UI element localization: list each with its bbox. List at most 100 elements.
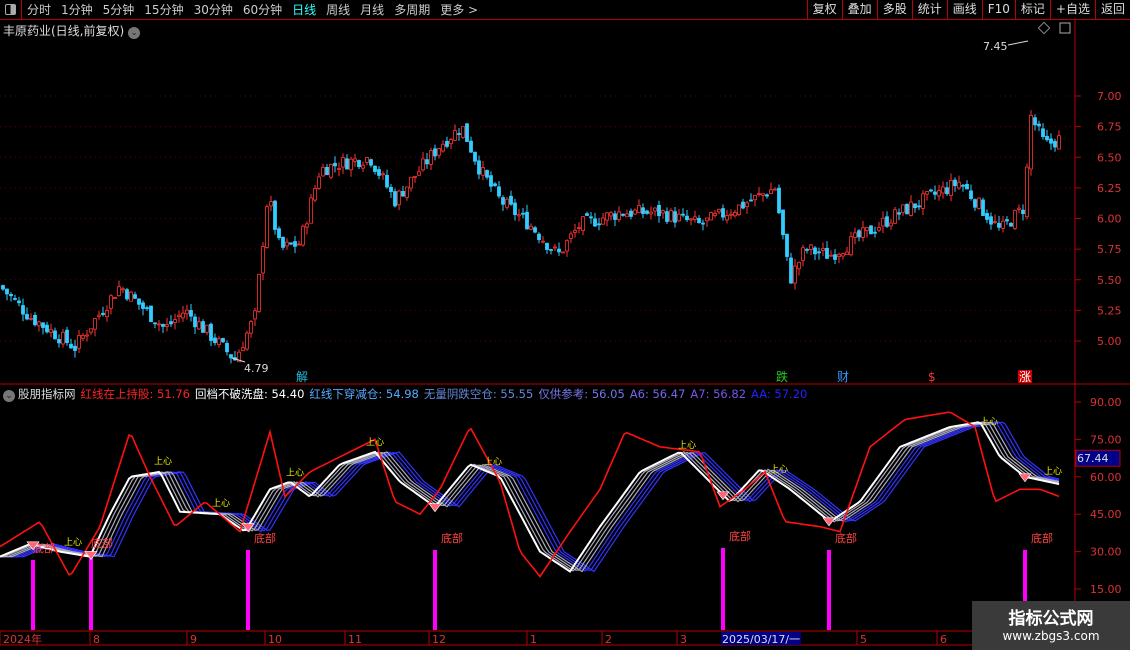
price-tick-label: 6.75 xyxy=(1097,121,1122,134)
candle-body xyxy=(13,297,17,300)
candle-body xyxy=(37,321,41,327)
diamond-signal-icon xyxy=(428,503,442,513)
candle-body xyxy=(1045,135,1049,141)
candle-body xyxy=(581,216,585,231)
candle-body xyxy=(709,212,713,221)
candle-body xyxy=(1053,140,1057,148)
candle-body xyxy=(413,176,417,178)
candle-body xyxy=(157,323,161,326)
candle-body xyxy=(1017,207,1021,210)
event-marker-1: 跌 xyxy=(776,369,788,384)
candle-body xyxy=(737,204,741,216)
candle-body xyxy=(633,209,637,215)
candle-body xyxy=(353,158,357,162)
candle-body xyxy=(345,158,349,170)
candle-body xyxy=(21,305,25,315)
candle-body xyxy=(729,213,733,216)
candle-body xyxy=(549,249,553,251)
candle-body xyxy=(129,291,133,302)
time-label: 8 xyxy=(93,633,100,646)
candle-body xyxy=(493,183,497,186)
candle-body xyxy=(253,310,257,320)
candle-body xyxy=(577,227,581,229)
candle-body xyxy=(1009,222,1013,227)
candle-body xyxy=(981,199,985,216)
event-marker-3: $ xyxy=(928,370,936,384)
candle-body xyxy=(321,166,325,177)
indicator-value: AA: 57.20 xyxy=(751,387,808,401)
candle-body xyxy=(273,200,277,230)
candle-body xyxy=(225,342,229,353)
candle-body xyxy=(893,209,897,224)
candle-body xyxy=(165,324,169,327)
indicator-name[interactable]: 股朋指标网 xyxy=(18,387,76,401)
candle-body xyxy=(169,321,173,325)
candle-body xyxy=(517,214,521,217)
indicator-value: 无量阴跌空仓: 55.55 xyxy=(423,387,534,401)
candle-body xyxy=(509,195,513,205)
candle-body xyxy=(1041,128,1045,138)
kline-chart[interactable]: 7.00 6.75 6.50 6.25 6.00 5.75 5.50 5.25 5.00 7.45… xyxy=(0,0,1130,650)
candle-body xyxy=(121,288,125,291)
candle-body xyxy=(245,332,249,350)
candle-body xyxy=(373,165,377,172)
candle-body xyxy=(637,205,641,214)
candle-body xyxy=(505,198,509,208)
candle-body xyxy=(905,203,909,215)
candle-body xyxy=(873,231,877,234)
candle-body xyxy=(661,210,665,214)
candle-body xyxy=(529,225,533,230)
candle-body xyxy=(669,210,673,222)
candle-body xyxy=(693,216,697,220)
candle-body xyxy=(569,233,573,239)
chevron-down-icon[interactable]: ⌄ xyxy=(3,390,15,402)
signal-label: 上心 xyxy=(1044,466,1062,477)
candle-body xyxy=(77,335,81,349)
candle-body xyxy=(265,206,269,248)
candle-body xyxy=(665,211,669,222)
candle-body xyxy=(213,337,217,344)
diamond-signal-icon xyxy=(822,517,836,527)
time-label: 5 xyxy=(860,633,867,646)
candle-body xyxy=(421,158,425,171)
candle-body xyxy=(805,248,809,251)
candle-body xyxy=(489,175,493,187)
candle-body xyxy=(617,211,621,220)
candle-body xyxy=(689,218,693,221)
candle-body xyxy=(985,212,989,220)
candle-body xyxy=(221,338,225,343)
candle-body xyxy=(965,184,969,190)
candle-body xyxy=(605,212,609,221)
candle-body xyxy=(293,241,297,247)
bottom-label: 底部 xyxy=(91,536,113,550)
candle-body xyxy=(409,176,413,189)
diamond-icon xyxy=(1037,21,1051,35)
candle-body xyxy=(101,312,105,315)
white-line xyxy=(0,421,1060,573)
indicator-value: 红线下穿减仓: 54.98 xyxy=(309,387,419,401)
candle-body xyxy=(561,251,565,254)
candle-body xyxy=(141,302,145,309)
candle-body xyxy=(809,244,813,250)
candle-body xyxy=(117,286,121,296)
candle-body xyxy=(137,298,141,305)
candle-body xyxy=(841,253,845,257)
price-tick-label: 6.25 xyxy=(1097,182,1122,195)
candle-body xyxy=(609,212,613,217)
candle-body xyxy=(785,233,789,257)
candle-body xyxy=(725,215,729,221)
candle-body xyxy=(485,170,489,178)
candle-body xyxy=(113,297,117,300)
candle-body xyxy=(445,140,449,147)
time-label: 10 xyxy=(268,633,282,646)
bottom-label: 底部 xyxy=(1031,531,1053,545)
candle-body xyxy=(301,225,305,246)
candle-body xyxy=(333,162,337,167)
bottom-signal-bar xyxy=(246,550,250,630)
indicator-header: ⌄ 股朋指标网 红线在上持股: 51.76 回档不破洗盘: 54.40 红线下穿减仓: … xyxy=(3,386,817,402)
candle-body xyxy=(885,216,889,227)
time-label: 2024年 xyxy=(3,632,42,646)
event-marker-0: 解 xyxy=(296,370,308,384)
candle-body xyxy=(9,294,13,297)
bottom-label: 底部 xyxy=(441,531,463,545)
